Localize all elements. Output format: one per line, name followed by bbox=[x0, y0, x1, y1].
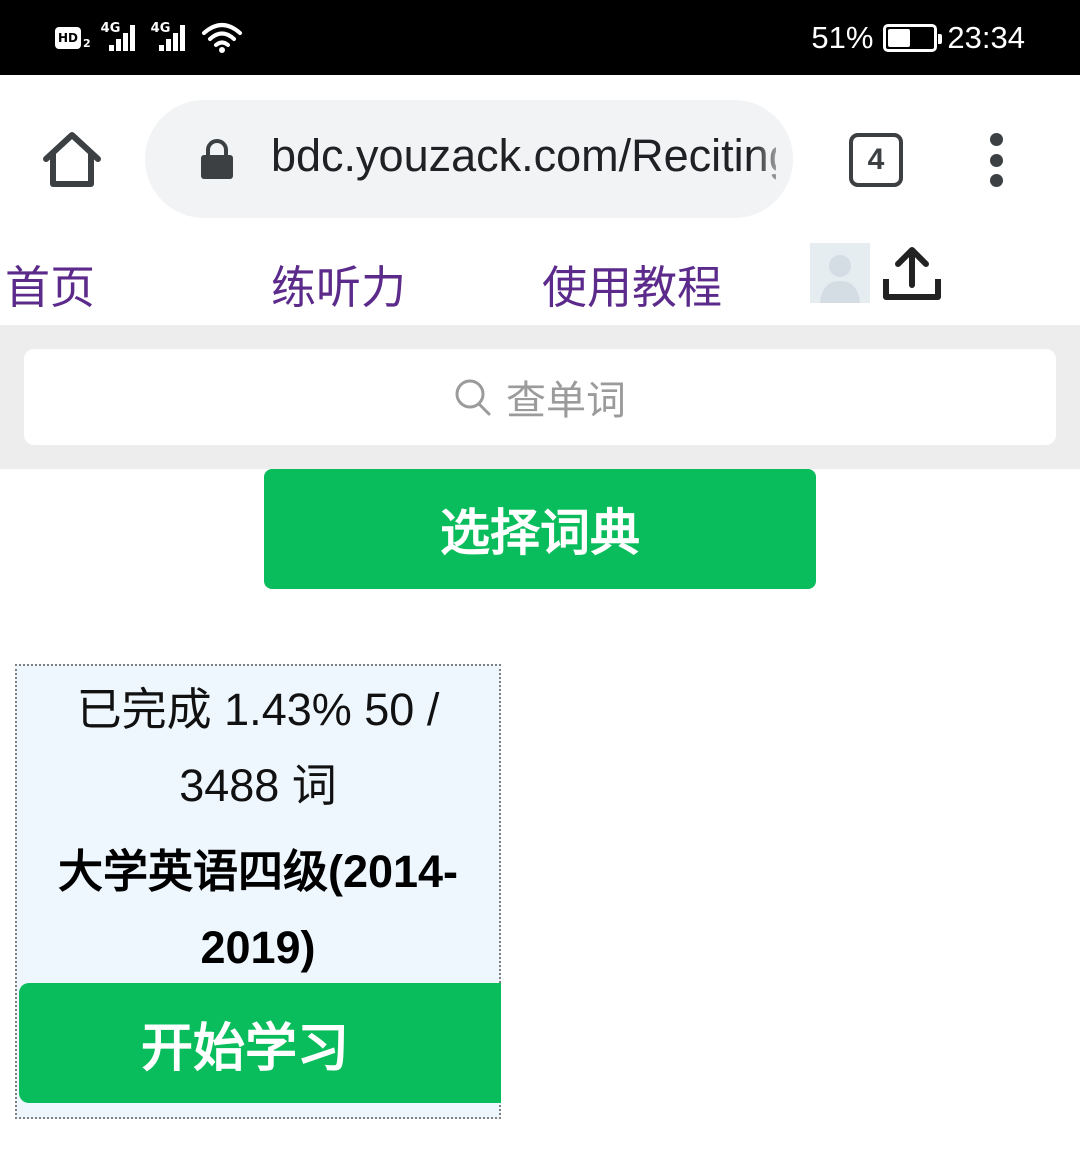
signal-icon: 4G bbox=[101, 21, 141, 55]
progress-text: 已完成 1.43% 50 / 3488 词 bbox=[76, 684, 440, 811]
status-left: HD 2 4G 4G bbox=[55, 18, 243, 58]
start-learning-label: 开始学习 bbox=[140, 1018, 349, 1079]
url-fade bbox=[753, 100, 793, 218]
address-bar[interactable]: bdc.youzack.com/RecitingWord bbox=[145, 100, 793, 218]
hd-sub-label: 2 bbox=[83, 36, 91, 50]
more-vert-icon[interactable] bbox=[980, 133, 1012, 187]
select-dictionary-button[interactable]: 选择词典 bbox=[264, 469, 816, 589]
lock-icon bbox=[201, 139, 233, 179]
sim1-network-label: 4G bbox=[100, 21, 121, 36]
status-right: 51% 23:34 bbox=[811, 18, 1025, 58]
battery-fill bbox=[888, 29, 911, 47]
nav-tutorial-link[interactable]: 使用教程 bbox=[542, 251, 722, 316]
search-input[interactable]: 查单词 bbox=[24, 349, 1056, 445]
tab-count: 4 bbox=[867, 143, 885, 176]
search-area: 查单词 bbox=[0, 325, 1080, 469]
clock: 23:34 bbox=[947, 20, 1025, 55]
hd-icon: HD bbox=[55, 27, 81, 49]
upload-icon[interactable] bbox=[880, 245, 944, 303]
avatar[interactable] bbox=[810, 243, 870, 303]
search-icon bbox=[455, 379, 491, 416]
battery-percent: 51% bbox=[811, 20, 874, 55]
nav-listening-link[interactable]: 练听力 bbox=[271, 251, 406, 316]
browser-toolbar: bdc.youzack.com/RecitingWord 4 bbox=[0, 75, 1080, 243]
tab-switcher-icon[interactable]: 4 bbox=[849, 133, 903, 187]
nav-home-link[interactable]: 首页 bbox=[5, 251, 95, 316]
book-title: 大学英语四级(2014-2019) bbox=[57, 846, 459, 973]
hd-label: HD bbox=[57, 31, 78, 45]
start-learning-button[interactable]: 开始学习 bbox=[19, 983, 501, 1103]
search-placeholder: 查单词 bbox=[506, 378, 626, 424]
book-card: 已完成 1.43% 50 / 3488 词 大学英语四级(2014-2019) … bbox=[15, 664, 501, 1119]
url-text: bdc.youzack.com/RecitingWord bbox=[271, 130, 776, 181]
wifi-icon bbox=[201, 23, 242, 53]
status-bar: HD 2 4G 4G 51% 23:34 bbox=[0, 0, 1080, 75]
signal-icon: 4G bbox=[151, 21, 191, 55]
home-icon[interactable] bbox=[40, 129, 104, 189]
sim2-network-label: 4G bbox=[150, 21, 171, 36]
battery-icon bbox=[883, 24, 943, 52]
site-nav: 首页 练听力 使用教程 bbox=[0, 243, 1080, 325]
